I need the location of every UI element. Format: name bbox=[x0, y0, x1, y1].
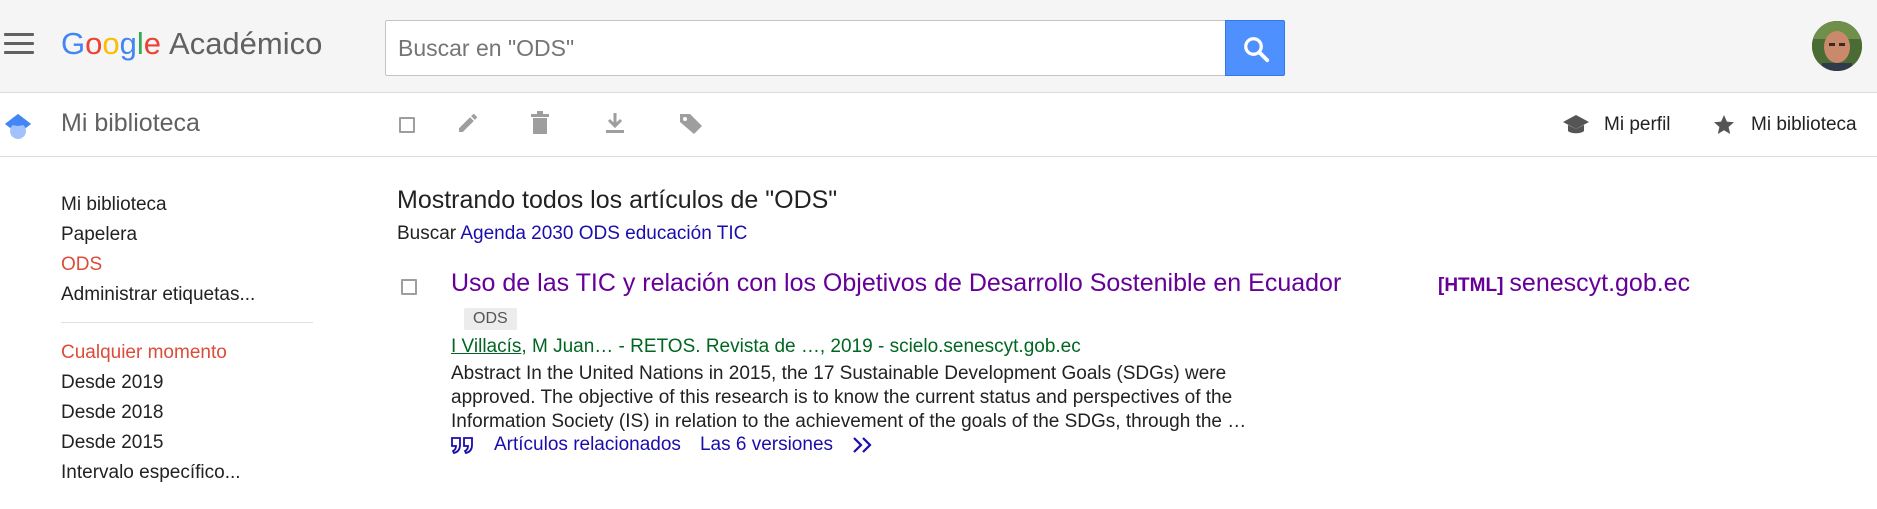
hamburger-icon[interactable] bbox=[4, 33, 34, 57]
my-library-label: Mi biblioteca bbox=[1751, 114, 1857, 135]
search-button[interactable] bbox=[1225, 20, 1285, 76]
html-tag: [HTML] bbox=[1438, 275, 1504, 296]
author-link[interactable]: I Villacís bbox=[451, 336, 521, 357]
sidebar-item-manage-labels[interactable]: Administrar etiquetas... bbox=[61, 280, 313, 310]
my-profile-link[interactable]: Mi perfil bbox=[1562, 113, 1671, 137]
edit-icon[interactable] bbox=[456, 111, 480, 135]
time-filter-2019[interactable]: Desde 2019 bbox=[61, 368, 313, 398]
logo-letter-e: e bbox=[143, 26, 162, 61]
html-source: senescyt.gob.ec bbox=[1509, 269, 1691, 297]
result-authors: I Villacís, M Juan… - RETOS. Revista de … bbox=[451, 336, 1081, 358]
sidebar-divider bbox=[61, 322, 313, 323]
library-logo-icon bbox=[5, 114, 31, 139]
library-toolbar: Mi biblioteca Mi perfil Mi biblioteca bbox=[0, 93, 1877, 157]
sidebar-item-trash[interactable]: Papelera bbox=[61, 220, 313, 250]
time-filter-2015[interactable]: Desde 2015 bbox=[61, 428, 313, 458]
search-box bbox=[385, 20, 1226, 76]
more-chevrons-icon[interactable] bbox=[852, 436, 876, 454]
avatar[interactable] bbox=[1812, 21, 1862, 71]
sidebar-item-my-library[interactable]: Mi biblioteca bbox=[61, 190, 313, 220]
suggestion-prefix: Buscar bbox=[397, 223, 457, 244]
logo-product-name: Académico bbox=[169, 26, 323, 61]
time-filter-custom[interactable]: Intervalo específico... bbox=[61, 458, 313, 488]
results-heading: Mostrando todos los artículos de "ODS" bbox=[397, 186, 838, 214]
logo-letter-o1: o bbox=[85, 26, 103, 61]
select-all-checkbox[interactable] bbox=[399, 117, 415, 133]
authors-rest: , M Juan… - RETOS. Revista de …, 2019 - … bbox=[521, 336, 1081, 357]
download-icon[interactable] bbox=[603, 111, 627, 135]
label-icon[interactable] bbox=[678, 111, 704, 135]
delete-icon[interactable] bbox=[529, 111, 551, 135]
top-bar: Google Académico bbox=[0, 0, 1877, 93]
result-checkbox[interactable] bbox=[401, 279, 417, 295]
main-content: Mostrando todos los artículos de "ODS" B… bbox=[397, 186, 1857, 455]
result-snippet: Abstract In the United Nations in 2015, … bbox=[451, 363, 1247, 432]
time-filter-any[interactable]: Cualquier momento bbox=[61, 338, 313, 368]
sidebar: Mi biblioteca Papelera ODS Administrar e… bbox=[61, 190, 313, 488]
logo-letter-g: G bbox=[61, 26, 86, 61]
result-label-badge[interactable]: ODS bbox=[464, 308, 517, 330]
search-input[interactable] bbox=[386, 21, 1226, 75]
avatar-image bbox=[1812, 21, 1862, 71]
related-articles-link[interactable]: Artículos relacionados bbox=[494, 434, 681, 456]
graduation-cap-icon bbox=[1563, 115, 1589, 134]
my-profile-label: Mi perfil bbox=[1604, 114, 1671, 135]
all-versions-link[interactable]: Las 6 versiones bbox=[700, 434, 833, 456]
result-title-link[interactable]: Uso de las TIC y relación con los Objeti… bbox=[451, 269, 1341, 298]
search-suggestion: Buscar Agenda 2030 ODS educación TIC bbox=[397, 223, 1857, 245]
sidebar-item-ods[interactable]: ODS bbox=[61, 250, 313, 280]
suggestion-query-link[interactable]: Agenda 2030 ODS educación TIC bbox=[460, 223, 747, 244]
logo-letter-l: l bbox=[136, 26, 144, 61]
result-html-link[interactable]: [HTML] senescyt.gob.ec bbox=[1438, 269, 1690, 298]
logo-letter-o2: o bbox=[102, 26, 120, 61]
logo-letter-g2: g bbox=[119, 26, 137, 61]
cite-icon[interactable] bbox=[451, 436, 473, 454]
my-library-link[interactable]: Mi biblioteca bbox=[1711, 113, 1857, 137]
result-actions: Artículos relacionados Las 6 versiones bbox=[451, 434, 876, 456]
star-icon bbox=[1714, 115, 1734, 134]
page-title: Mi biblioteca bbox=[61, 109, 200, 137]
time-filter-2018[interactable]: Desde 2018 bbox=[61, 398, 313, 428]
search-icon bbox=[1244, 37, 1270, 63]
google-scholar-logo[interactable]: Google Académico bbox=[61, 24, 322, 64]
